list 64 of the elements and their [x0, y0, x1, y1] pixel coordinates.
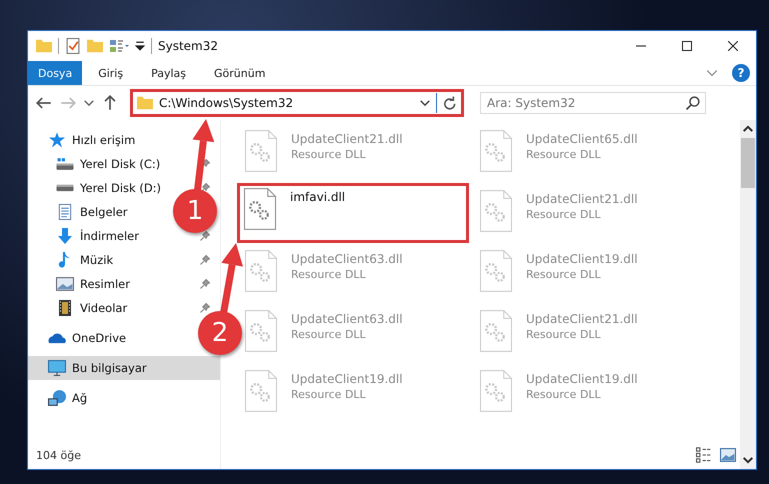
file-type: Resource DLL: [526, 328, 601, 341]
dropdown-icon[interactable]: [135, 41, 145, 51]
monitor-icon: [48, 360, 66, 376]
ribbon-tab[interactable]: Dosya: [28, 61, 82, 85]
search-field[interactable]: Ara: System32: [480, 92, 706, 114]
pin-icon[interactable]: [200, 255, 210, 265]
file-type: Resource DLL: [526, 208, 601, 221]
back-arrow-icon[interactable]: [36, 95, 52, 111]
picture-icon: [56, 276, 74, 292]
search-icon: [686, 96, 700, 110]
drive-icon: [56, 156, 74, 172]
pin-icon[interactable]: [200, 231, 210, 241]
pin-icon[interactable]: [200, 183, 210, 193]
properties-icon[interactable]: [109, 39, 129, 53]
address-bar[interactable]: C:\Windows\System32: [130, 89, 464, 117]
pin-icon[interactable]: [200, 303, 210, 313]
gear-file-icon[interactable]: [244, 188, 276, 230]
chevron-down-icon[interactable]: [84, 98, 94, 108]
maximize-icon: [682, 41, 692, 51]
file-type: Resource DLL: [526, 388, 601, 401]
file-type: Resource DLL: [291, 388, 366, 401]
checklist-icon[interactable]: [65, 38, 81, 54]
address-path: C:\Windows\System32: [159, 96, 294, 110]
up-arrow-icon[interactable]: [102, 95, 118, 111]
details-view-icon[interactable]: [696, 447, 712, 463]
sidebar-item[interactable]: Müzik: [28, 248, 120, 272]
sidebar-item[interactable]: Yerel Disk (D:): [28, 176, 168, 200]
sidebar-item[interactable]: Yerel Disk (C:): [28, 152, 166, 176]
scrollbar-thumb[interactable]: [741, 138, 755, 188]
file-type: Resource DLL: [291, 268, 366, 281]
star-icon: [48, 132, 66, 148]
tiles-view-icon[interactable]: [720, 447, 736, 463]
help-button[interactable]: ?: [732, 64, 750, 82]
pin-icon[interactable]: [200, 279, 210, 289]
forward-arrow-icon[interactable]: [60, 95, 76, 111]
ribbon-tab[interactable]: Paylaş: [139, 61, 198, 85]
chevron-up-icon[interactable]: [743, 124, 753, 134]
sidebar-item[interactable]: Ağ: [28, 386, 94, 410]
sidebar-item[interactable]: Resimler: [28, 272, 136, 296]
file-type: Resource DLL: [291, 148, 366, 161]
sidebar-item[interactable]: Videolar: [28, 296, 134, 320]
window-title: System32: [158, 39, 220, 53]
chevron-down-icon[interactable]: [420, 98, 430, 108]
file-type: Resource DLL: [526, 148, 601, 161]
sidebar-item[interactable]: İndirmeler: [28, 224, 145, 248]
network-icon: [48, 390, 66, 406]
ribbon-tab[interactable]: Görünüm: [202, 61, 278, 85]
folder-icon: [137, 95, 153, 111]
item-count: 104 öğe: [35, 449, 82, 464]
chevron-down-icon[interactable]: [743, 455, 753, 465]
film-icon: [56, 300, 74, 316]
sidebar-item[interactable]: Bu bilgisayar: [28, 356, 220, 380]
refresh-icon[interactable]: [443, 96, 457, 110]
sidebar-item[interactable]: Belgeler: [28, 200, 134, 224]
close-icon: [728, 41, 738, 51]
document-icon: [56, 204, 74, 220]
file-name[interactable]: imfavi.dll: [290, 190, 346, 204]
ribbon-tab[interactable]: Giriş: [86, 61, 136, 85]
download-arrow-icon: [56, 228, 74, 244]
file-type: Resource DLL: [291, 328, 366, 341]
file-type: Resource DLL: [526, 268, 601, 281]
scrollbar[interactable]: [740, 120, 756, 469]
sidebar-item[interactable]: OneDrive: [28, 326, 132, 350]
sidebar-item[interactable]: Hızlı erişim: [28, 128, 142, 152]
